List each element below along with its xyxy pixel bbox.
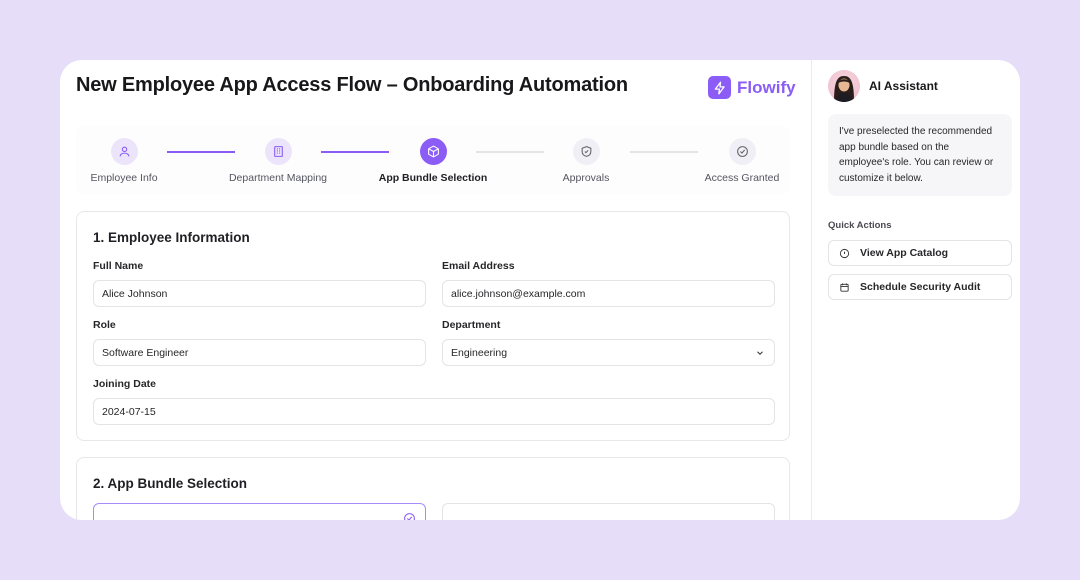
section-title: 1. Employee Information <box>93 230 250 245</box>
field-value: Engineering <box>451 346 508 359</box>
role-label: Role <box>93 319 116 331</box>
step-label: App Bundle Selection <box>378 172 488 184</box>
email-label: Email Address <box>442 260 515 272</box>
chevron-down-icon <box>757 351 763 355</box>
joining-date-input[interactable]: 2024-07-15 <box>93 398 775 425</box>
page-title: New Employee App Access Flow – Onboardin… <box>76 74 628 96</box>
step-label: Approvals <box>562 172 610 184</box>
button-label: Schedule Security Audit <box>860 281 981 293</box>
email-input[interactable]: alice.johnson@example.com <box>442 280 775 307</box>
assistant-message: I've preselected the recommended app bun… <box>828 114 1012 196</box>
schedule-security-audit-button[interactable]: Schedule Security Audit <box>828 274 1012 300</box>
field-value: alice.johnson@example.com <box>451 287 586 300</box>
department-select[interactable]: Engineering <box>442 339 775 366</box>
avatar <box>828 70 860 102</box>
assistant-header: AI Assistant <box>828 70 938 102</box>
brand: Flowify <box>708 76 796 99</box>
step-access-granted[interactable]: Access Granted <box>694 138 790 184</box>
user-icon <box>110 138 138 165</box>
field-value: Alice Johnson <box>102 287 168 300</box>
full-name-label: Full Name <box>93 260 144 272</box>
app-window: New Employee App Access Flow – Onboardin… <box>60 60 1020 520</box>
role-input[interactable]: Software Engineer <box>93 339 426 366</box>
check-circle-icon <box>728 138 756 165</box>
app-bundle-card: 2. App Bundle Selection <box>76 457 790 520</box>
step-approvals[interactable]: Approvals <box>546 138 626 184</box>
button-label: View App Catalog <box>860 247 949 259</box>
step-connector <box>630 151 698 153</box>
step-app-bundle-selection[interactable]: App Bundle Selection <box>373 138 493 184</box>
brand-name: Flowify <box>737 77 796 97</box>
department-label: Department <box>442 319 501 331</box>
step-employee-info[interactable]: Employee Info <box>76 138 172 184</box>
info-icon <box>839 248 850 258</box>
quick-actions-title: Quick Actions <box>828 220 892 231</box>
building-icon <box>264 138 292 165</box>
view-app-catalog-button[interactable]: View App Catalog <box>828 240 1012 266</box>
bundle-option[interactable] <box>442 503 775 520</box>
field-value: 2024-07-15 <box>102 405 156 418</box>
step-label: Access Granted <box>704 172 780 184</box>
step-department-mapping[interactable]: Department Mapping <box>216 138 340 184</box>
ai-assistant-panel: AI Assistant I've preselected the recomm… <box>811 60 1020 520</box>
step-label: Department Mapping <box>228 172 328 184</box>
main-panel: New Employee App Access Flow – Onboardin… <box>60 60 811 520</box>
field-value: Software Engineer <box>102 346 189 359</box>
lightning-icon <box>708 76 731 99</box>
employee-info-card: 1. Employee Information Full Name Alice … <box>76 211 790 441</box>
check-circle-icon <box>404 513 415 520</box>
progress-stepper: Employee Info Department Mapping App Bun… <box>76 126 790 194</box>
assistant-name: AI Assistant <box>869 79 938 93</box>
shield-check-icon <box>572 138 600 165</box>
package-icon <box>419 138 447 165</box>
step-label: Employee Info <box>90 172 158 184</box>
joining-date-label: Joining Date <box>93 378 157 390</box>
full-name-input[interactable]: Alice Johnson <box>93 280 426 307</box>
calendar-icon <box>840 282 849 292</box>
section-title: 2. App Bundle Selection <box>93 476 248 491</box>
bundle-option-selected[interactable] <box>93 503 426 520</box>
